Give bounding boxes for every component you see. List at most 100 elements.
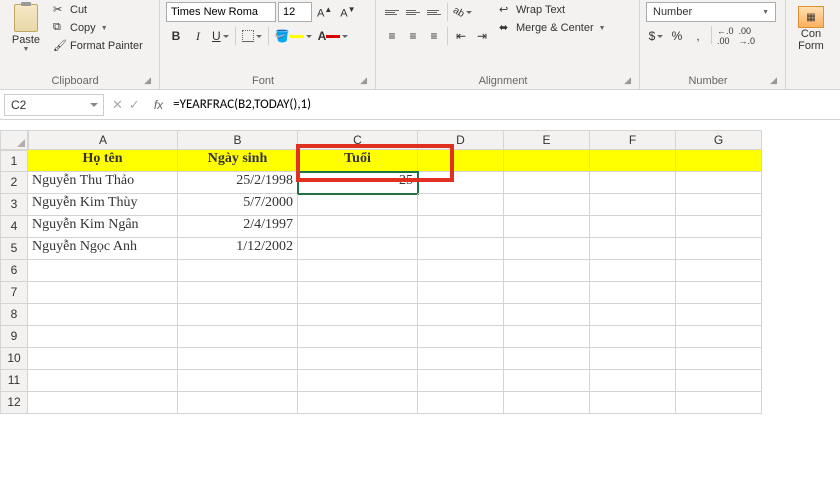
cell-C11[interactable] xyxy=(298,370,418,392)
name-box[interactable]: C2 xyxy=(4,94,104,116)
column-header-D[interactable]: D xyxy=(418,130,504,150)
decrease-font-button[interactable]: A▼ xyxy=(337,4,358,21)
underline-button[interactable]: U xyxy=(210,26,231,46)
cell-B11[interactable] xyxy=(178,370,298,392)
cell-B3[interactable]: 5/7/2000 xyxy=(178,194,298,216)
cell-C8[interactable] xyxy=(298,304,418,326)
increase-font-button[interactable]: A▲ xyxy=(314,4,335,21)
cell-C2[interactable]: 25 xyxy=(298,172,418,194)
cell-B12[interactable] xyxy=(178,392,298,414)
cell-E5[interactable] xyxy=(504,238,590,260)
cell-D4[interactable] xyxy=(418,216,504,238)
row-header-11[interactable]: 11 xyxy=(0,370,28,392)
cell-D1[interactable] xyxy=(418,150,504,172)
dialog-launcher-icon[interactable]: ◢ xyxy=(770,75,777,86)
cell-G2[interactable] xyxy=(676,172,762,194)
cell-B5[interactable]: 1/12/2002 xyxy=(178,238,298,260)
align-top-button[interactable] xyxy=(382,2,402,22)
cell-G12[interactable] xyxy=(676,392,762,414)
cell-E8[interactable] xyxy=(504,304,590,326)
fx-icon[interactable]: fx xyxy=(148,98,169,112)
cell-B9[interactable] xyxy=(178,326,298,348)
row-header-5[interactable]: 5 xyxy=(0,238,28,260)
cell-F10[interactable] xyxy=(590,348,676,370)
cell-C10[interactable] xyxy=(298,348,418,370)
row-header-7[interactable]: 7 xyxy=(0,282,28,304)
row-header-3[interactable]: 3 xyxy=(0,194,28,216)
cell-B4[interactable]: 2/4/1997 xyxy=(178,216,298,238)
dialog-launcher-icon[interactable]: ◢ xyxy=(144,75,151,86)
cell-A4[interactable]: Nguyễn Kim Ngân xyxy=(28,216,178,238)
cell-A2[interactable]: Nguyễn Thu Thảo xyxy=(28,172,178,194)
font-name-select[interactable] xyxy=(166,2,276,22)
cell-E1[interactable] xyxy=(504,150,590,172)
row-header-9[interactable]: 9 xyxy=(0,326,28,348)
cell-E10[interactable] xyxy=(504,348,590,370)
cell-E3[interactable] xyxy=(504,194,590,216)
cell-D2[interactable] xyxy=(418,172,504,194)
decrease-indent-button[interactable]: ⇤ xyxy=(451,26,471,46)
row-header-10[interactable]: 10 xyxy=(0,348,28,370)
cell-F2[interactable] xyxy=(590,172,676,194)
cell-A11[interactable] xyxy=(28,370,178,392)
comma-format-button[interactable]: , xyxy=(688,26,708,46)
copy-button[interactable]: ⧉Copy▼ xyxy=(50,20,146,36)
cell-B2[interactable]: 25/2/1998 xyxy=(178,172,298,194)
cell-B6[interactable] xyxy=(178,260,298,282)
accounting-format-button[interactable]: $ xyxy=(646,26,666,46)
cell-F6[interactable] xyxy=(590,260,676,282)
cell-C6[interactable] xyxy=(298,260,418,282)
cell-B8[interactable] xyxy=(178,304,298,326)
formula-input[interactable] xyxy=(169,95,840,114)
cell-D5[interactable] xyxy=(418,238,504,260)
merge-center-button[interactable]: ⬌Merge & Center▼ xyxy=(496,20,609,36)
cell-D11[interactable] xyxy=(418,370,504,392)
cell-D8[interactable] xyxy=(418,304,504,326)
cell-B7[interactable] xyxy=(178,282,298,304)
cell-G10[interactable] xyxy=(676,348,762,370)
cell-G6[interactable] xyxy=(676,260,762,282)
orientation-button[interactable]: ab xyxy=(451,2,474,22)
cell-A5[interactable]: Nguyễn Ngọc Anh xyxy=(28,238,178,260)
row-header-4[interactable]: 4 xyxy=(0,216,28,238)
cell-G4[interactable] xyxy=(676,216,762,238)
cell-F1[interactable] xyxy=(590,150,676,172)
align-bottom-button[interactable] xyxy=(424,2,444,22)
row-header-6[interactable]: 6 xyxy=(0,260,28,282)
cell-A3[interactable]: Nguyễn Kim Thùy xyxy=(28,194,178,216)
align-center-button[interactable]: ≡ xyxy=(403,26,423,46)
cell-A9[interactable] xyxy=(28,326,178,348)
column-header-B[interactable]: B xyxy=(178,130,298,150)
cell-A8[interactable] xyxy=(28,304,178,326)
cell-C12[interactable] xyxy=(298,392,418,414)
cell-D10[interactable] xyxy=(418,348,504,370)
font-size-select[interactable] xyxy=(278,2,312,22)
cell-G1[interactable] xyxy=(676,150,762,172)
cell-F12[interactable] xyxy=(590,392,676,414)
column-header-A[interactable]: A xyxy=(28,130,178,150)
align-middle-button[interactable] xyxy=(403,2,423,22)
row-header-12[interactable]: 12 xyxy=(0,392,28,414)
conditional-formatting-button[interactable]: ▦ Con Form xyxy=(792,2,830,56)
row-header-8[interactable]: 8 xyxy=(0,304,28,326)
column-header-E[interactable]: E xyxy=(504,130,590,150)
cell-A6[interactable] xyxy=(28,260,178,282)
cell-E6[interactable] xyxy=(504,260,590,282)
row-header-1[interactable]: 1 xyxy=(0,150,28,172)
cell-A12[interactable] xyxy=(28,392,178,414)
cell-G8[interactable] xyxy=(676,304,762,326)
cell-D6[interactable] xyxy=(418,260,504,282)
cut-button[interactable]: ✂Cut xyxy=(50,2,146,18)
select-all-corner[interactable] xyxy=(0,130,28,150)
cell-E7[interactable] xyxy=(504,282,590,304)
cell-D7[interactable] xyxy=(418,282,504,304)
row-header-2[interactable]: 2 xyxy=(0,172,28,194)
font-color-button[interactable]: A xyxy=(316,26,351,46)
cancel-formula-button[interactable]: ✕ xyxy=(112,97,123,113)
cell-A1[interactable]: Họ tên xyxy=(28,150,178,172)
cell-D9[interactable] xyxy=(418,326,504,348)
cell-F4[interactable] xyxy=(590,216,676,238)
italic-button[interactable]: I xyxy=(188,26,208,46)
cell-G11[interactable] xyxy=(676,370,762,392)
cell-C3[interactable] xyxy=(298,194,418,216)
